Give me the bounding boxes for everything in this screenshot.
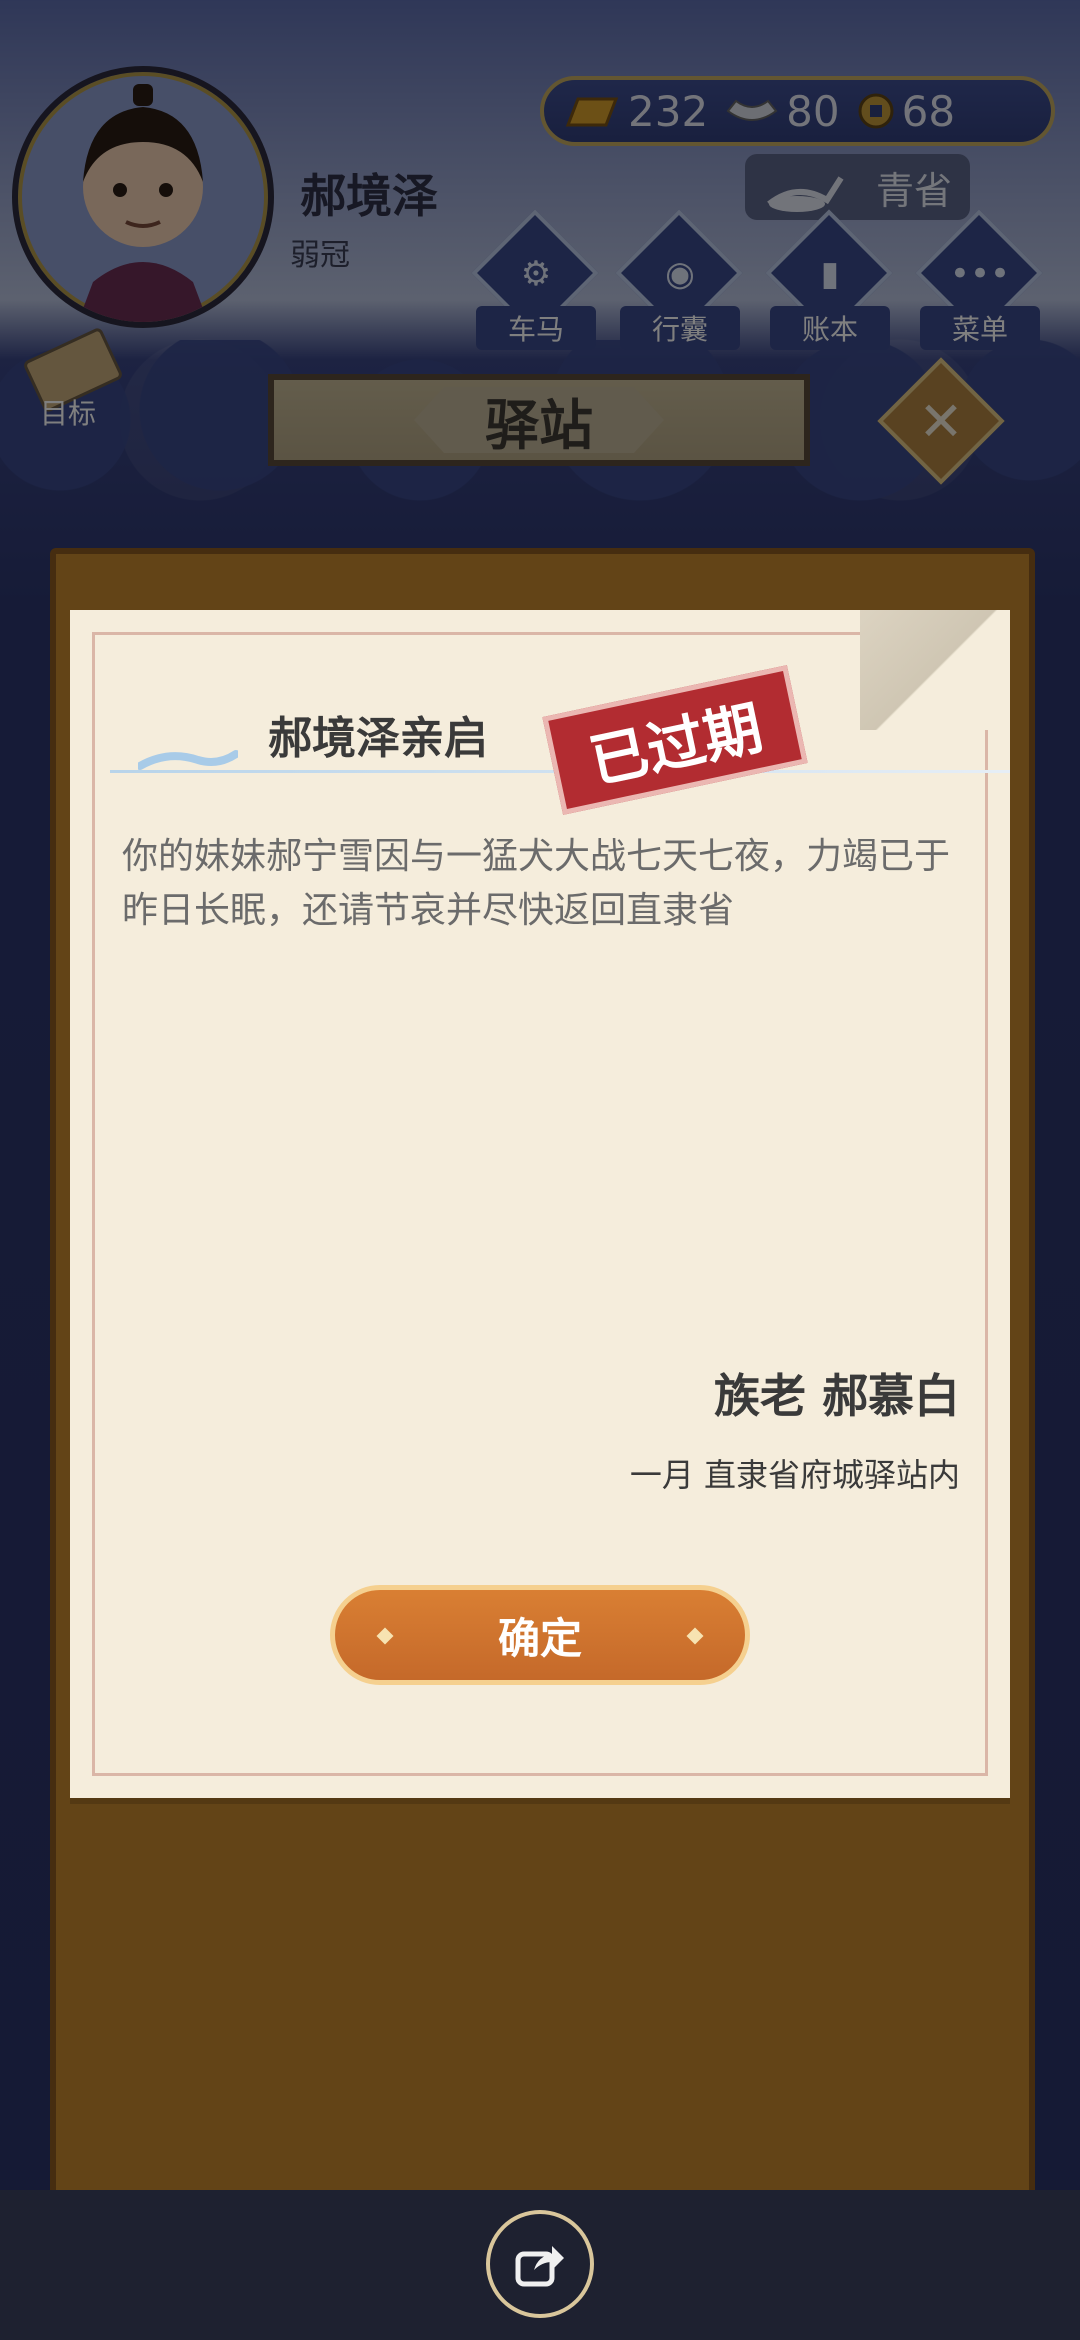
confirm-button[interactable]: 确定 <box>330 1585 750 1685</box>
letter-place-date: 一月 直隶省府城驿站内 <box>629 1456 960 1494</box>
confirm-label: 确定 <box>497 1613 582 1663</box>
ornament-dot <box>686 1627 704 1645</box>
letter-sender: 族老 郝慕白 <box>713 1369 960 1423</box>
letter-body: 你的妹妹郝宁雪因与一猛犬大战七天七夜，力竭已于昨日长眠，还请节哀并尽快返回直隶省 <box>122 836 951 931</box>
share-icon <box>515 2246 564 2287</box>
ornament-dot <box>376 1627 394 1645</box>
share-button[interactable] <box>486 2210 594 2318</box>
page-curl <box>860 610 1010 730</box>
letter-dialog: 郝境泽亲启 已过期 你的妹妹郝宁雪因与一猛犬大战七天七夜，力竭已于昨日长眠，还请… <box>70 610 1010 1798</box>
letter-recipient: 郝境泽亲启 <box>268 713 488 764</box>
